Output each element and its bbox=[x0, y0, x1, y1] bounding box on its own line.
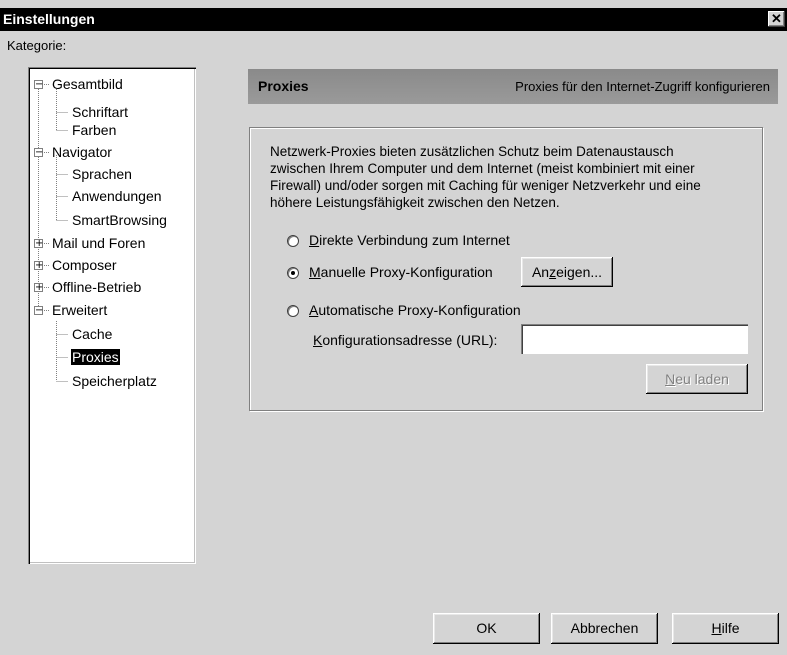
config-url-input[interactable] bbox=[521, 324, 748, 354]
panel-description: Proxies für den Internet-Zugriff konfigu… bbox=[515, 79, 770, 94]
tree-item-speicherplatz[interactable]: Speicherplatz bbox=[72, 372, 157, 390]
radio-auto-label[interactable]: Automatische Proxy-Konfiguration bbox=[309, 302, 521, 318]
window-title: Einstellungen bbox=[3, 11, 95, 27]
category-tree[interactable]: − Gesamtbild Schriftart Farben − Navigat… bbox=[28, 67, 196, 564]
title-bar: Einstellungen ✕ bbox=[0, 8, 787, 31]
category-label: Kategorie: bbox=[7, 38, 67, 53]
panel-title: Proxies bbox=[258, 78, 309, 94]
preferences-dialog: Einstellungen ✕ Kategorie: − Gesamtbild … bbox=[0, 0, 787, 655]
close-icon: ✕ bbox=[771, 11, 782, 26]
help-button[interactable]: Hilfe bbox=[672, 613, 779, 644]
tree-item-erweitert[interactable]: Erweitert bbox=[52, 301, 107, 319]
tree-item-mail-foren[interactable]: Mail und Foren bbox=[52, 234, 145, 252]
tree-item-proxies[interactable]: Proxies bbox=[71, 349, 120, 365]
radio-direct[interactable] bbox=[287, 235, 299, 247]
ok-button[interactable]: OK bbox=[433, 613, 540, 644]
collapse-icon[interactable]: − bbox=[34, 80, 43, 90]
tree-item-composer[interactable]: Composer bbox=[52, 256, 117, 274]
cancel-button[interactable]: Abbrechen bbox=[551, 613, 658, 644]
description-line: Firewall) und/oder sorgen mit Caching fü… bbox=[270, 178, 701, 193]
collapse-icon[interactable]: − bbox=[34, 148, 43, 158]
expand-icon[interactable]: + bbox=[34, 283, 43, 293]
tree-item-offline[interactable]: Offline-Betrieb bbox=[52, 278, 141, 296]
expand-icon[interactable]: + bbox=[34, 239, 43, 249]
description-line: Netzwerk-Proxies bieten zusätzlichen Sch… bbox=[270, 144, 674, 159]
show-settings-button[interactable]: Anzeigen... bbox=[521, 257, 613, 287]
panel-header: Proxies Proxies für den Internet-Zugriff… bbox=[248, 69, 778, 104]
radio-auto[interactable] bbox=[287, 305, 299, 317]
tree-item-smartbrowsing[interactable]: SmartBrowsing bbox=[72, 211, 167, 229]
description-line: zwischen Ihrem Computer und dem Internet… bbox=[270, 161, 695, 176]
proxy-description: Netzwerk-Proxies bieten zusätzlichen Sch… bbox=[270, 143, 760, 211]
tree-item-gesamtbild[interactable]: Gesamtbild bbox=[52, 75, 123, 93]
radio-manual-label[interactable]: Manuelle Proxy-Konfiguration bbox=[309, 264, 493, 280]
description-line: höhere Leistungsfähigkeit zwischen den N… bbox=[270, 195, 560, 210]
tree-item-anwendungen[interactable]: Anwendungen bbox=[72, 187, 162, 205]
radio-direct-label[interactable]: Direkte Verbindung zum Internet bbox=[309, 232, 510, 248]
close-button[interactable]: ✕ bbox=[768, 11, 785, 27]
reload-button[interactable]: Neu laden bbox=[646, 364, 748, 394]
tree-item-farben[interactable]: Farben bbox=[72, 121, 116, 139]
tree-item-schriftart[interactable]: Schriftart bbox=[72, 103, 128, 121]
url-label: Konfigurationsadresse (URL): bbox=[313, 332, 498, 348]
tree-item-navigator[interactable]: Navigator bbox=[52, 143, 112, 161]
expand-icon[interactable]: + bbox=[34, 261, 43, 271]
collapse-icon[interactable]: − bbox=[34, 306, 43, 316]
tree-item-cache[interactable]: Cache bbox=[72, 325, 112, 343]
radio-manual[interactable] bbox=[287, 267, 299, 279]
tree-item-sprachen[interactable]: Sprachen bbox=[72, 165, 132, 183]
